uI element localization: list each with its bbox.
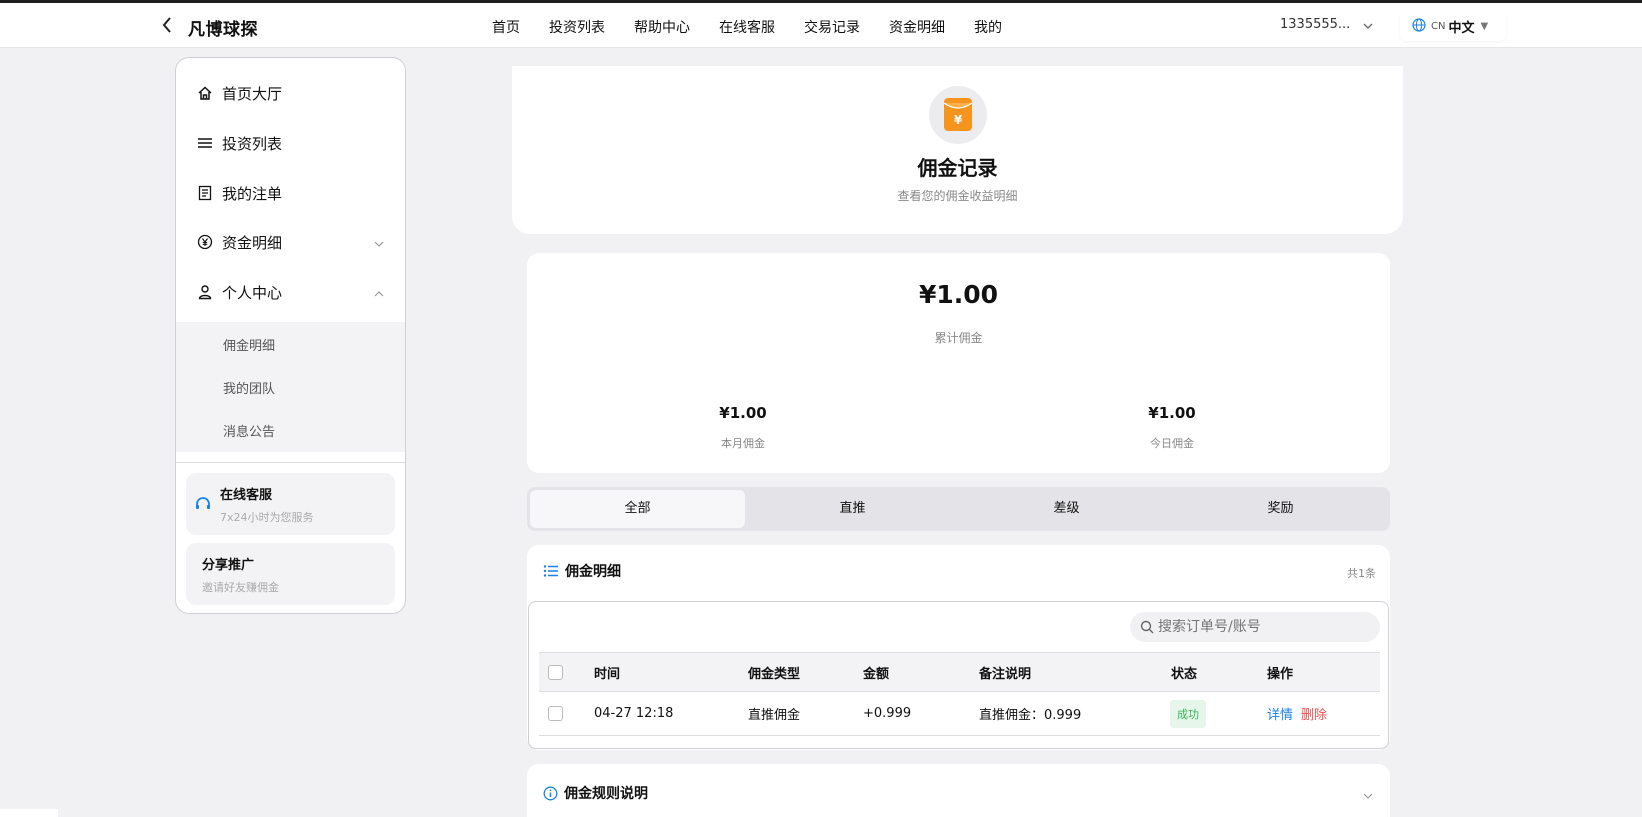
caret-down-icon: ▼	[1480, 20, 1489, 32]
record-count: 共1条	[1347, 567, 1376, 580]
row-amount: +0.999	[863, 706, 912, 721]
list-icon	[196, 134, 214, 152]
commission-rules-panel[interactable]: 佣金规则说明	[527, 764, 1390, 817]
sidebar-item-home-hall[interactable]: 首页大厅	[176, 73, 405, 113]
nav-mine[interactable]: 我的	[974, 17, 1002, 37]
month-commission-label: 本月佣金	[721, 437, 765, 450]
page-title: 佣金记录	[917, 156, 998, 180]
sidebar-item-fund-details[interactable]: 资金明细	[176, 222, 405, 262]
column-header-status[interactable]: 状态	[1171, 653, 1197, 691]
commission-header-card: ¥ 佣金记录 查看您的佣金收益明细	[512, 66, 1403, 234]
home-icon	[196, 84, 214, 102]
table-header: 时间 佣金类型 金额 备注说明 状态 操作	[539, 652, 1380, 692]
detail-link[interactable]: 详情	[1267, 704, 1293, 723]
sidebar-subitem-my-team[interactable]: 我的团队	[223, 378, 275, 397]
sidebar-divider	[176, 462, 405, 463]
rules-title: 佣金规则说明	[564, 786, 648, 802]
detail-header: 佣金明细	[543, 561, 621, 581]
status-badge: 成功	[1170, 699, 1206, 728]
total-commission-label: 累计佣金	[934, 331, 983, 345]
online-support-card[interactable]: 在线客服 7x24小时为您服务	[186, 473, 395, 535]
red-envelope-icon: ¥	[929, 86, 987, 144]
back-icon[interactable]	[160, 13, 176, 37]
row-time: 04-27 12:18	[594, 706, 674, 721]
main-nav: 首页 投资列表 帮助中心 在线客服 交易记录 资金明细 我的	[492, 17, 1031, 37]
detail-title: 佣金明细	[565, 564, 621, 580]
commission-stats-card: ¥1.00 累计佣金 ¥1.00 本月佣金 ¥1.00 今日佣金	[527, 253, 1390, 473]
tab-reward[interactable]: 奖励	[1173, 490, 1388, 528]
search-icon	[1140, 620, 1154, 634]
headset-icon	[194, 495, 212, 517]
tab-tier-difference[interactable]: 差级	[959, 490, 1174, 528]
info-icon	[543, 786, 558, 801]
sidebar-item-my-orders[interactable]: 我的注单	[176, 173, 405, 213]
tab-direct[interactable]: 直推	[745, 490, 960, 528]
column-header-amount[interactable]: 金额	[863, 653, 889, 691]
yuan-icon	[196, 233, 214, 251]
column-header-actions: 操作	[1267, 666, 1294, 682]
row-checkbox[interactable]	[548, 706, 563, 721]
total-commission-value: ¥1.00	[918, 280, 999, 309]
rules-header: 佣金规则说明	[543, 783, 648, 803]
sidebar: 首页大厅 投资列表 我的注单 资金明细 个人中心 佣金明细 我的团队 消息公告	[175, 57, 406, 614]
chevron-down-icon[interactable]	[1362, 787, 1374, 799]
nav-online-service[interactable]: 在线客服	[719, 17, 775, 37]
support-title: 在线客服	[220, 488, 273, 503]
column-header-note[interactable]: 备注说明	[979, 653, 1031, 691]
share-promo-card[interactable]: 分享推广 邀请好友赚佣金	[186, 543, 395, 605]
top-navbar: 凡博球探 首页 投资列表 帮助中心 在线客服 交易记录 资金明细 我的 1335…	[0, 3, 1642, 48]
chevron-down-icon	[373, 236, 385, 248]
column-header-time[interactable]: 时间	[594, 653, 620, 691]
language-code: CN	[1431, 20, 1446, 32]
page-subtitle: 查看您的佣金收益明细	[897, 189, 1018, 203]
nav-transactions[interactable]: 交易记录	[804, 17, 860, 37]
language-label: 中文	[1448, 20, 1475, 36]
account-name[interactable]: 1335555...	[1280, 17, 1350, 32]
nav-fund-details[interactable]: 资金明细	[889, 17, 945, 37]
select-all-checkbox[interactable]	[548, 664, 563, 680]
list-icon	[543, 564, 559, 578]
nav-invest-list[interactable]: 投资列表	[549, 17, 605, 37]
row-note: 直推佣金：0.999	[979, 708, 1082, 723]
sidebar-subitem-commission[interactable]: 佣金明细	[223, 335, 275, 354]
document-icon	[196, 184, 214, 202]
commission-type-tabs: 全部 直推 差级 奖励	[527, 487, 1390, 531]
commission-table: 时间 佣金类型 金额 备注说明 状态 操作 04-27 12:18 直推佣金 +…	[528, 601, 1389, 749]
brand-title: 凡博球探	[188, 20, 258, 40]
bottom-left-patch	[0, 809, 58, 817]
svg-text:¥: ¥	[954, 113, 963, 127]
sidebar-subitem-announcements[interactable]: 消息公告	[223, 421, 275, 440]
user-icon	[196, 283, 214, 301]
personal-center-submenu: 佣金明细 我的团队 消息公告	[176, 322, 405, 452]
nav-home[interactable]: 首页	[492, 17, 520, 37]
chevron-up-icon	[373, 286, 385, 298]
search-input[interactable]	[1158, 619, 1358, 635]
delete-link[interactable]: 删除	[1301, 704, 1327, 723]
table-row: 04-27 12:18 直推佣金 +0.999 直推佣金：0.999 成功 详情…	[539, 692, 1380, 736]
share-title: 分享推广	[202, 558, 255, 573]
tab-all[interactable]: 全部	[530, 490, 745, 528]
row-type: 直推佣金	[748, 708, 801, 723]
today-commission-value: ¥1.00	[1148, 404, 1196, 422]
column-header-type[interactable]: 佣金类型	[748, 653, 800, 691]
nav-help-center[interactable]: 帮助中心	[634, 17, 690, 37]
month-commission-value: ¥1.00	[719, 404, 767, 422]
commission-detail-card: 佣金明细 共1条 时间 佣金类型 金额 备注说明 状态 操作 04-27 12:…	[527, 545, 1390, 750]
sidebar-item-personal-center[interactable]: 个人中心	[176, 272, 405, 312]
globe-icon	[1412, 17, 1426, 35]
today-commission-label: 今日佣金	[1150, 437, 1194, 450]
support-subtitle: 7x24小时为您服务	[220, 511, 314, 524]
language-selector[interactable]: CN 中文 ▼	[1400, 11, 1506, 41]
search-box[interactable]	[1130, 612, 1380, 642]
chevron-down-icon[interactable]	[1362, 17, 1374, 29]
sidebar-item-invest-list[interactable]: 投资列表	[176, 123, 405, 163]
share-subtitle: 邀请好友赚佣金	[202, 581, 279, 594]
